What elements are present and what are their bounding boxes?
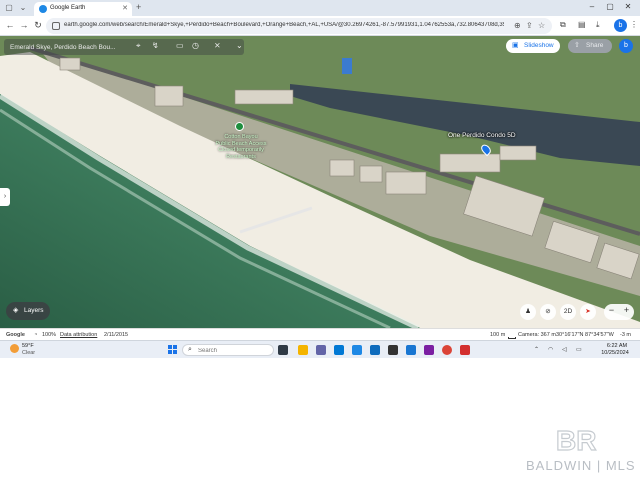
poi-line-4: Restaurants <box>226 153 256 160</box>
chrome-icon[interactable] <box>442 345 452 355</box>
map-search-bar[interactable]: ⌖ ↯ ▭ ◷ ⨯ ⌄ <box>4 39 244 55</box>
account-avatar[interactable]: b <box>619 39 633 53</box>
back-icon[interactable]: ← <box>5 20 15 30</box>
zoom-percent: 100% <box>42 332 57 338</box>
share-label: Share <box>586 42 604 49</box>
satellite-imagery[interactable] <box>0 36 640 328</box>
weather-condition[interactable]: Clear <box>22 350 35 356</box>
speaker-icon[interactable]: ◁ <box>562 346 567 353</box>
slideshow-button[interactable]: ▣ Slideshow <box>506 39 560 53</box>
chevron-down-icon[interactable]: ⌄ <box>236 41 243 50</box>
camera-altitude: Camera: 367 m <box>518 332 556 338</box>
menu-dots-icon[interactable]: ⋮ <box>630 20 638 29</box>
teams-icon[interactable] <box>316 345 326 355</box>
google-logo: Google <box>6 332 25 338</box>
share-link-icon: ⇧ <box>574 42 580 49</box>
beach-access-pin-icon[interactable] <box>235 122 244 131</box>
zoom-in-button[interactable]: + <box>619 305 634 315</box>
outlook-icon[interactable] <box>370 345 380 355</box>
map-search-input[interactable] <box>10 41 134 53</box>
coordinates: 30°16'17"N 87°34'57"W <box>556 332 614 338</box>
tab-search-icon[interactable]: ▢ <box>4 3 14 13</box>
imagery-date: 2/11/2015 <box>104 332 129 338</box>
photos-icon[interactable] <box>424 345 434 355</box>
history-icon[interactable]: ◷ <box>192 41 199 50</box>
task-view-icon[interactable] <box>278 345 288 355</box>
extensions-icon[interactable]: ⧉ <box>560 20 566 30</box>
place-label[interactable]: One Perdido Condo 5D <box>448 132 516 139</box>
windows-start-icon[interactable] <box>168 345 178 355</box>
data-attribution-link[interactable]: Data attribution <box>60 332 97 338</box>
share-button[interactable]: ⇧ Share <box>568 39 612 53</box>
layers-icon: ◈ <box>13 307 19 314</box>
clock-time[interactable]: 6:22 AM <box>602 343 632 349</box>
sidebar-icon[interactable]: ▤ <box>578 20 586 29</box>
file-explorer-icon[interactable] <box>298 345 308 355</box>
app-icon[interactable] <box>406 345 416 355</box>
chevron-up-icon[interactable]: ⌃ <box>534 346 539 353</box>
battery-icon[interactable]: ▭ <box>576 346 582 353</box>
layers-button[interactable]: ◈ Layers <box>6 302 50 320</box>
browser-toolbar: ← → ↻ earth.google.com/web/search/Emeral… <box>0 16 640 36</box>
wifi-icon[interactable]: ◠ <box>548 346 553 353</box>
downloads-icon[interactable]: ⤓ <box>596 20 600 30</box>
minimize-icon[interactable]: – <box>586 2 598 11</box>
measure-icon[interactable]: ⨯ <box>214 41 221 50</box>
share-icon[interactable]: ⇪ <box>526 21 533 30</box>
chevron-down-icon[interactable]: ⌄ <box>18 3 28 13</box>
bookmark-star-icon[interactable]: ☆ <box>538 21 545 30</box>
google-earth-favicon-icon <box>39 5 47 13</box>
url-text[interactable]: earth.google.com/web/search/Emerald+Skye… <box>64 22 504 28</box>
weather-sun-icon[interactable] <box>10 344 19 353</box>
north-arrow-icon[interactable]: ➤ <box>580 304 596 320</box>
location-pin-icon[interactable]: ⌖ <box>136 41 141 51</box>
reload-icon[interactable]: ↻ <box>33 20 43 31</box>
compass-icon[interactable]: ⊘ <box>540 304 556 320</box>
baldwin-mls-logo: BR <box>555 424 597 454</box>
taskbar-search[interactable]: ⌕ <box>182 344 274 356</box>
logo-mark-text: BR <box>556 425 596 454</box>
address-bar[interactable]: earth.google.com/web/search/Emerald+Skye… <box>46 18 552 34</box>
tab-strip: ▢ ⌄ Google Earth ✕ + – ▢ ✕ <box>0 0 640 16</box>
zoom-out-button[interactable]: − <box>604 305 619 315</box>
close-tab-icon[interactable]: ✕ <box>122 4 128 12</box>
new-tab-icon[interactable]: + <box>136 2 141 12</box>
pegman-icon[interactable]: ♟ <box>520 304 536 320</box>
maximize-icon[interactable]: ▢ <box>604 2 616 11</box>
elevation: -3 m <box>620 332 631 338</box>
site-info-icon[interactable] <box>52 22 60 30</box>
view-2d-button[interactable]: 2D <box>560 304 576 320</box>
watermark-company: BALDWIN | MLS <box>526 458 636 473</box>
screenshot: ▢ ⌄ Google Earth ✕ + – ▢ ✕ ← → ↻ earth.g… <box>0 0 640 358</box>
zoom-controls: − + <box>604 304 634 320</box>
weather-temp[interactable]: 59°F <box>22 343 34 349</box>
beach-access-label[interactable]: Cotton Bayou Public Beach Access Closed … <box>210 134 272 160</box>
scale-bar <box>508 337 516 339</box>
close-window-icon[interactable]: ✕ <box>622 2 634 11</box>
os-taskbar: 59°F Clear ⌕ ⌃ ◠ ◁ ▭ 6:22 AM 10/25/2024 <box>0 340 640 358</box>
edge-icon[interactable] <box>334 345 344 355</box>
performance-icon[interactable]: ◔ <box>34 332 37 338</box>
acrobat-icon[interactable] <box>460 345 470 355</box>
clock-date[interactable]: 10/25/2024 <box>598 350 632 356</box>
tab-google-earth[interactable]: Google Earth ✕ <box>34 2 132 16</box>
dell-icon[interactable] <box>388 345 398 355</box>
scale-label: 100 m <box>490 332 506 338</box>
map-status-bar: Google ◔ 100% Data attribution 2/11/2015… <box>0 328 640 340</box>
layers-label: Layers <box>24 307 44 314</box>
tab-title: Google Earth <box>50 5 86 11</box>
earth-map-view[interactable]: ⌖ ↯ ▭ ◷ ⨯ ⌄ ▣ Slideshow ⇧ Share b › Cott… <box>0 36 640 328</box>
projects-icon[interactable]: ▭ <box>176 41 184 50</box>
slideshow-label: Slideshow <box>524 42 554 49</box>
expand-panel-handle[interactable]: › <box>0 188 10 206</box>
forward-icon[interactable]: → <box>19 20 29 30</box>
taskbar-search-input[interactable] <box>198 346 248 355</box>
poi-line-3: Closed temporarily <box>218 147 264 153</box>
slideshow-icon: ▣ <box>512 42 519 49</box>
profile-avatar[interactable]: b <box>614 19 627 32</box>
search-icon: ⌕ <box>188 346 192 353</box>
directions-icon[interactable]: ↯ <box>152 41 159 50</box>
zoom-icon[interactable]: ⊕ <box>514 21 521 30</box>
store-icon[interactable] <box>352 345 362 355</box>
